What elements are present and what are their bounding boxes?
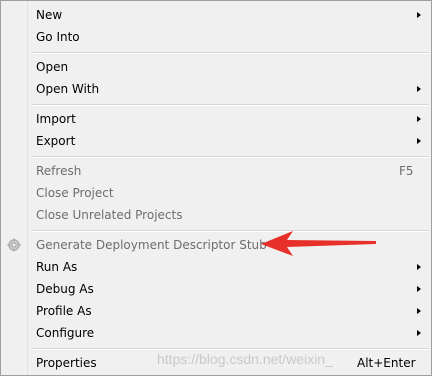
menu-item-label: Properties bbox=[36, 356, 97, 370]
menu-item-refresh[interactable]: Refresh F5 bbox=[1, 160, 431, 182]
menu-item-open-with[interactable]: Open With bbox=[1, 78, 431, 100]
menu-item-label: Import bbox=[36, 112, 76, 126]
menu-item-debug-as[interactable]: Debug As bbox=[1, 278, 431, 300]
menu-item-label: Open bbox=[36, 60, 69, 74]
chevron-right-icon bbox=[417, 308, 421, 314]
menu-item-shortcut: Alt+Enter bbox=[357, 356, 416, 370]
menu-item-export[interactable]: Export bbox=[1, 130, 431, 152]
chevron-right-icon bbox=[417, 12, 421, 18]
menu-item-close-project[interactable]: Close Project bbox=[1, 182, 431, 204]
menu-item-label: Run As bbox=[36, 260, 78, 274]
menu-item-close-unrelated-projects[interactable]: Close Unrelated Projects bbox=[1, 204, 431, 226]
context-menu: New Go Into Open Open With Import Export… bbox=[0, 0, 432, 376]
chevron-right-icon bbox=[417, 286, 421, 292]
menu-item-label: Refresh bbox=[36, 164, 82, 178]
menu-item-label: Go Into bbox=[36, 30, 80, 44]
menu-separator bbox=[31, 52, 429, 54]
watermark: https://blog.csdn.net/weixin_ bbox=[157, 351, 333, 367]
menu-item-label: Export bbox=[36, 134, 76, 148]
menu-item-open[interactable]: Open bbox=[1, 56, 431, 78]
menu-item-configure[interactable]: Configure bbox=[1, 322, 431, 344]
menu-item-label: New bbox=[36, 8, 63, 22]
chevron-right-icon bbox=[417, 330, 421, 336]
menu-item-import[interactable]: Import bbox=[1, 108, 431, 130]
annotation-arrow-icon bbox=[261, 231, 376, 256]
menu-item-new[interactable]: New bbox=[1, 4, 431, 26]
chevron-right-icon bbox=[417, 116, 421, 122]
menu-item-label: Debug As bbox=[36, 282, 94, 296]
chevron-right-icon bbox=[417, 86, 421, 92]
menu-item-go-into[interactable]: Go Into bbox=[1, 26, 431, 48]
menu-item-run-as[interactable]: Run As bbox=[1, 256, 431, 278]
menu-item-label: Generate Deployment Descriptor Stub bbox=[36, 238, 267, 252]
chevron-right-icon bbox=[417, 138, 421, 144]
menu-item-shortcut: F5 bbox=[399, 164, 414, 178]
menu-item-label: Configure bbox=[36, 326, 95, 340]
gear-icon bbox=[7, 238, 21, 252]
menu-item-label: Close Project bbox=[36, 186, 114, 200]
menu-item-label: Close Unrelated Projects bbox=[36, 208, 183, 222]
menu-separator bbox=[31, 156, 429, 158]
menu-item-label: Profile As bbox=[36, 304, 92, 318]
menu-item-profile-as[interactable]: Profile As bbox=[1, 300, 431, 322]
menu-separator bbox=[31, 104, 429, 106]
menu-item-label: Open With bbox=[36, 82, 100, 96]
menu-separator bbox=[31, 348, 429, 350]
chevron-right-icon bbox=[417, 264, 421, 270]
